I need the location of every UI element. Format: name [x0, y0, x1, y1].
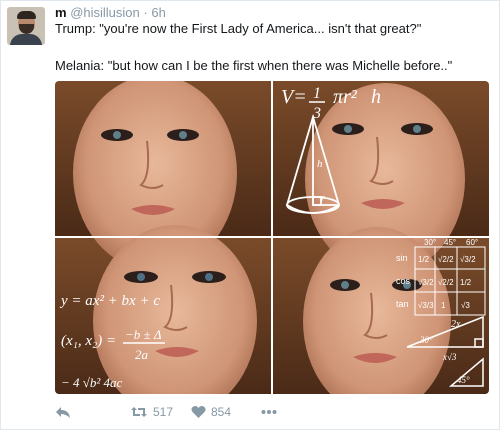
cone-radius-label: r — [321, 193, 325, 204]
timestamp[interactable]: 6h — [151, 5, 165, 20]
trig-value-2: √2/2 — [438, 255, 454, 264]
tweet-text-line-1: Trump: "you're now the First Lady of Ame… — [55, 21, 422, 36]
heart-icon — [191, 406, 206, 418]
trig-label-tan: tan — [396, 299, 409, 309]
avatar[interactable] — [7, 7, 45, 45]
like-count: 854 — [211, 405, 232, 419]
trig-angle-60: 60° — [466, 238, 478, 247]
avatar-beard — [19, 24, 34, 34]
triangle-angle-label: 30° — [419, 335, 433, 345]
separator-dot: · — [143, 5, 148, 20]
avatar-hair — [17, 11, 36, 19]
tweet-actions: 517 854 — [55, 403, 295, 421]
cone-height-label: h — [317, 158, 323, 170]
trig-value-1: 1/2 — [418, 255, 430, 264]
trig-value-6: 1/2 — [460, 278, 472, 287]
tweet-header: m @hisillusion · 6h — [55, 5, 166, 21]
tweet-card: m @hisillusion · 6h Trump: "you're now t… — [0, 0, 500, 430]
roots-label: (x₁, x₂) = — [61, 333, 116, 349]
trig-value-9: √3 — [461, 301, 470, 310]
tweet-photo[interactable]: V= 1 3 πr² h h r y = ax² + bx + c (x₁, x… — [55, 81, 489, 394]
formula-fraction-denominator: 3 — [312, 105, 321, 122]
photo-collage: V= 1 3 πr² h h r y = ax² + bx + c (x₁, x… — [55, 81, 489, 394]
trig-value-5: √2/2 — [438, 278, 454, 287]
quadratic-extra: − 4 √b² 4ac — [61, 375, 123, 390]
trig-angle-45: 45° — [444, 238, 456, 247]
trig-angle-30: 30° — [424, 238, 436, 247]
tweet-text-line-2: Melania: "but how can I be the first whe… — [55, 58, 453, 73]
roots-numerator: −b ± Δ — [125, 327, 162, 342]
formula-v: V= — [281, 86, 307, 108]
reply-button[interactable] — [55, 403, 71, 421]
retweet-icon — [131, 407, 147, 417]
retweet-button[interactable]: 517 — [130, 403, 173, 421]
roots-denominator: 2a — [135, 347, 149, 362]
angle-45-label: 45° — [457, 375, 470, 385]
trig-value-7: √3/3 — [418, 301, 434, 310]
user-handle[interactable]: @hisillusion — [70, 5, 140, 20]
trig-value-4: √3/2 — [418, 278, 434, 287]
more-button[interactable] — [261, 403, 277, 421]
triangle-side-label: 2x — [451, 319, 461, 330]
reply-arrow-icon — [56, 407, 70, 418]
like-button[interactable]: 854 — [191, 403, 231, 421]
formula-fraction-numerator: 1 — [313, 85, 321, 102]
quadratic-equation: y = ax² + bx + c — [59, 293, 160, 309]
more-dots-icon — [261, 410, 277, 414]
triangle-leg-label: x√3 — [442, 352, 457, 362]
retweet-count: 517 — [153, 405, 174, 419]
trig-label-sin: sin — [396, 253, 408, 263]
display-name[interactable]: m — [55, 5, 67, 20]
formula-pi-r2: πr² — [333, 86, 358, 108]
trig-value-8: 1 — [441, 301, 446, 310]
trig-label-cos: cos — [396, 276, 411, 286]
avatar-body — [10, 34, 42, 45]
trig-value-3: √3/2 — [460, 255, 476, 264]
formula-h: h — [371, 86, 381, 108]
